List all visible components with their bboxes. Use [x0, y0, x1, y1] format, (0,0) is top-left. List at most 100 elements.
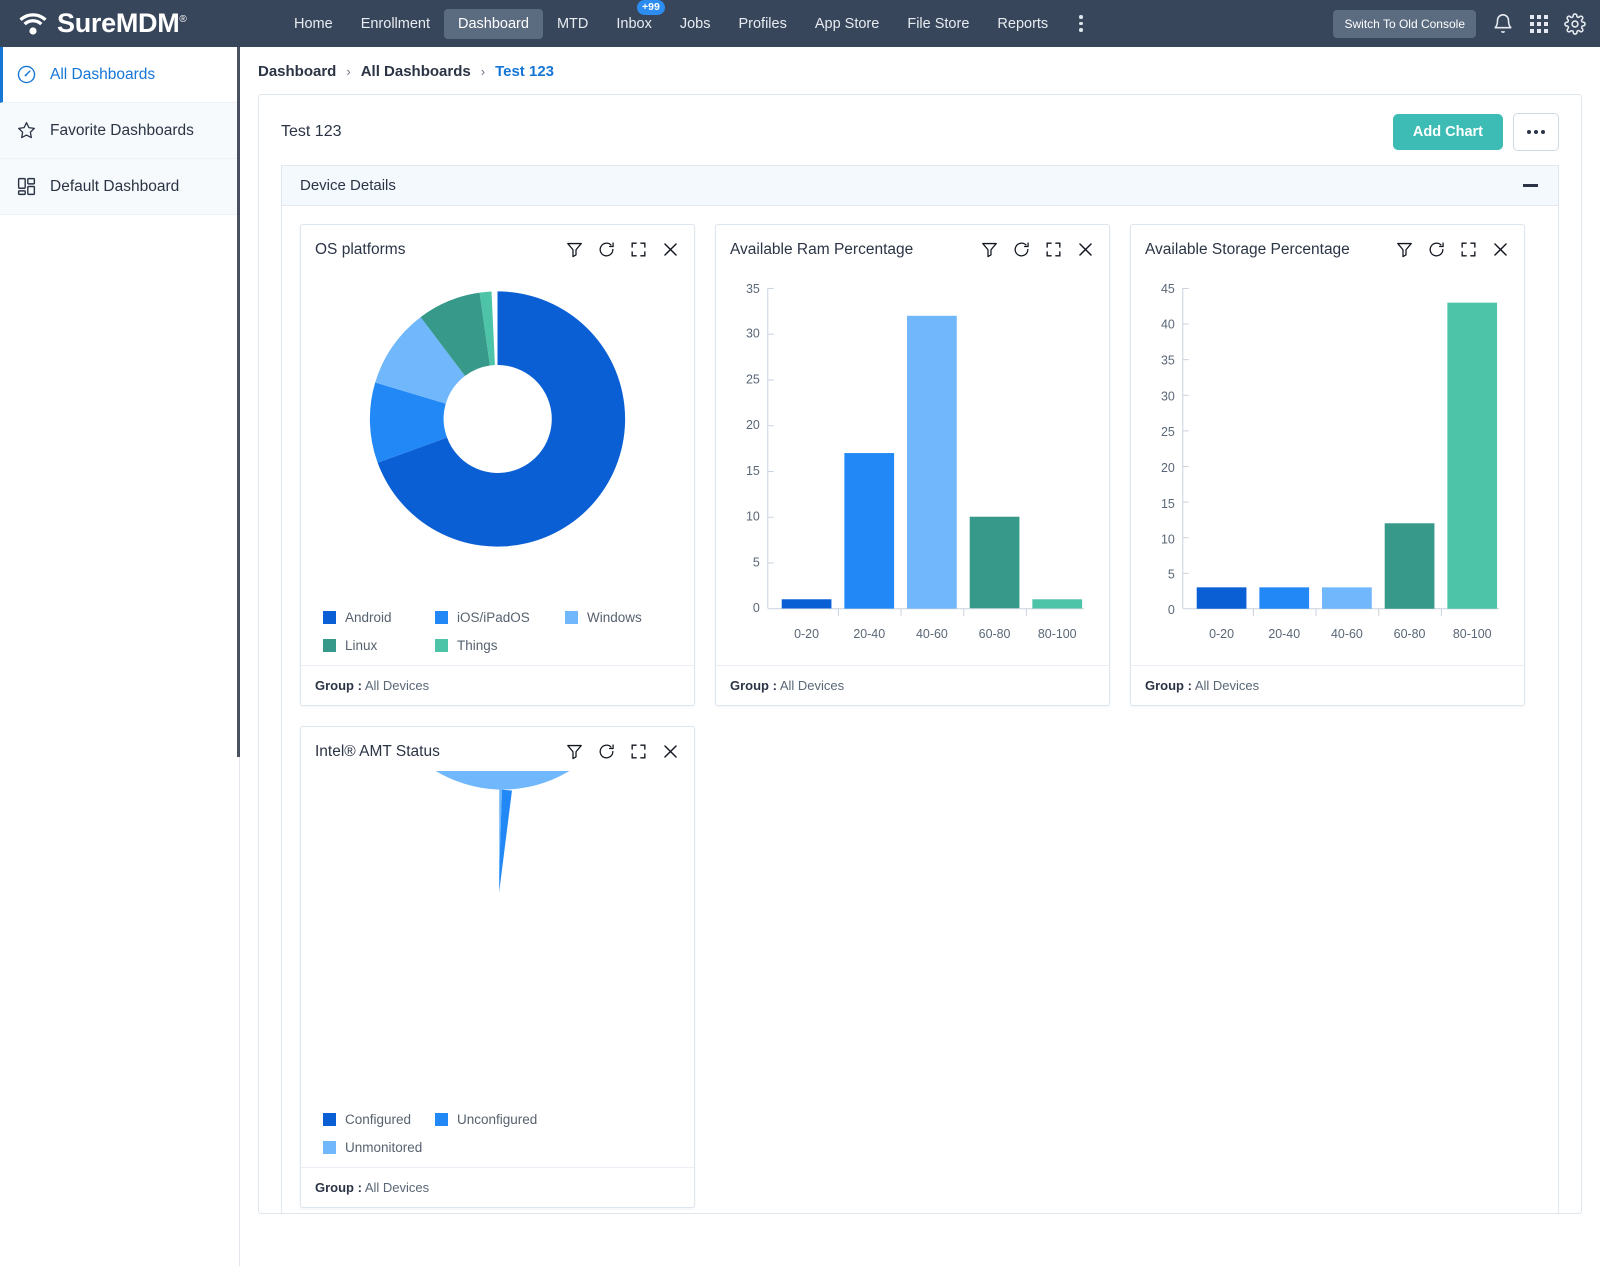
- close-icon[interactable]: [1076, 240, 1095, 259]
- legend-label: Things: [457, 638, 498, 653]
- close-icon[interactable]: [661, 240, 680, 259]
- gauge-icon: [16, 64, 37, 85]
- card-footer-group: Group : All Devices: [301, 1167, 694, 1207]
- brand-name: SureMDM®: [57, 10, 186, 37]
- expand-icon[interactable]: [629, 240, 648, 259]
- nav-overflow-menu-icon[interactable]: [1068, 9, 1094, 39]
- layout-grid-icon: [16, 176, 37, 197]
- x-tick-label: 0-20: [1209, 627, 1234, 641]
- nav-right-actions: Switch To Old Console: [1333, 10, 1586, 38]
- legend-swatch: [323, 1141, 336, 1154]
- apps-grid-icon[interactable]: [1530, 15, 1548, 33]
- y-tick-label: 35: [746, 282, 760, 296]
- nav-item-profiles[interactable]: Profiles: [724, 9, 800, 39]
- legend-item-ios[interactable]: iOS/iPadOS: [435, 603, 565, 631]
- legend-item-unmonitored[interactable]: Unmonitored: [323, 1133, 680, 1161]
- switch-to-old-console-button[interactable]: Switch To Old Console: [1333, 10, 1476, 38]
- nav-item-dashboard[interactable]: Dashboard: [444, 9, 543, 39]
- x-tick-label: 0-20: [794, 627, 819, 641]
- collapse-section-icon[interactable]: [1520, 176, 1540, 196]
- legend-swatch: [565, 611, 578, 624]
- y-tick-label: 5: [1168, 567, 1175, 581]
- bar-0-20[interactable]: [1197, 587, 1247, 608]
- brand-registered-mark: ®: [179, 14, 186, 25]
- bar-80-100[interactable]: [1447, 303, 1497, 609]
- nav-item-mtd[interactable]: MTD: [543, 9, 602, 39]
- x-tick-label: 60-80: [1394, 627, 1426, 641]
- refresh-icon[interactable]: [597, 240, 616, 259]
- device-details-section: Device Details OS platforms: [281, 165, 1559, 1214]
- filter-icon[interactable]: [980, 240, 999, 259]
- star-icon: [16, 120, 37, 141]
- brand-logo-area[interactable]: SureMDM®: [18, 10, 280, 38]
- refresh-icon[interactable]: [597, 742, 616, 761]
- y-tick-label: 0: [1168, 603, 1175, 617]
- nav-item-home[interactable]: Home: [280, 9, 347, 39]
- breadcrumb-root[interactable]: Dashboard: [258, 63, 336, 80]
- bar-20-40[interactable]: [1259, 587, 1309, 608]
- breadcrumb-all-dashboards[interactable]: All Dashboards: [361, 63, 471, 80]
- sidebar-item-default-dashboard[interactable]: Default Dashboard: [0, 159, 239, 215]
- bar-chart-available-ram: 35 30 25 20 15: [726, 269, 1099, 659]
- nav-item-jobs[interactable]: Jobs: [666, 9, 725, 39]
- filter-icon[interactable]: [565, 742, 584, 761]
- legend-item-windows[interactable]: Windows: [565, 603, 677, 631]
- gear-icon[interactable]: [1564, 13, 1586, 35]
- breadcrumb-separator-icon: ›: [481, 64, 485, 79]
- x-tick-label: 20-40: [853, 627, 885, 641]
- legend-item-things[interactable]: Things: [435, 631, 565, 659]
- chart-card-os-platforms: OS platforms: [300, 224, 695, 706]
- device-details-section-header: Device Details: [282, 166, 1558, 206]
- nav-item-app-store[interactable]: App Store: [801, 9, 894, 39]
- main-nav-items: Home Enrollment Dashboard MTD Inbox +99 …: [280, 9, 1333, 39]
- y-tick-label: 30: [746, 327, 760, 341]
- section-title: Device Details: [300, 177, 396, 194]
- card-title: Intel® AMT Status: [315, 743, 440, 761]
- nav-item-file-store[interactable]: File Store: [893, 9, 983, 39]
- card-title: Available Ram Percentage: [730, 241, 913, 259]
- refresh-icon[interactable]: [1012, 240, 1031, 259]
- bell-icon[interactable]: [1492, 13, 1514, 35]
- card-footer-group: Group : All Devices: [301, 665, 694, 705]
- card-actions: [980, 240, 1095, 259]
- dashboard-panel-actions: Add Chart: [1393, 113, 1559, 151]
- nav-item-reports[interactable]: Reports: [983, 9, 1062, 39]
- left-sidebar: All Dashboards Favorite Dashboards Defau…: [0, 47, 240, 1266]
- chart-card-available-ram: Available Ram Percentage: [715, 224, 1110, 706]
- bar-20-40[interactable]: [844, 453, 894, 609]
- legend-item-linux[interactable]: Linux: [323, 631, 435, 659]
- bar-chart-available-storage: 45 40 35 30 25: [1141, 269, 1514, 659]
- chart-area-intel-amt-status: [301, 771, 694, 1105]
- refresh-icon[interactable]: [1427, 240, 1446, 259]
- filter-icon[interactable]: [1395, 240, 1414, 259]
- nav-item-inbox[interactable]: Inbox +99: [602, 9, 665, 39]
- legend-swatch: [323, 611, 336, 624]
- x-tick-label: 80-100: [1453, 627, 1492, 641]
- filter-icon[interactable]: [565, 240, 584, 259]
- dashboard-panel-header: Test 123 Add Chart: [259, 95, 1581, 165]
- bar-80-100[interactable]: [1032, 599, 1082, 608]
- legend-label: Android: [345, 610, 392, 625]
- legend-label: Configured: [345, 1112, 411, 1127]
- legend-item-unconfigured[interactable]: Unconfigured: [435, 1105, 565, 1133]
- dashboard-more-options-button[interactable]: [1513, 113, 1559, 151]
- close-icon[interactable]: [1491, 240, 1510, 259]
- legend-item-android[interactable]: Android: [323, 603, 435, 631]
- card-footer-group: Group : All Devices: [716, 665, 1109, 705]
- bar-40-60[interactable]: [907, 316, 957, 609]
- close-icon[interactable]: [661, 742, 680, 761]
- add-chart-button[interactable]: Add Chart: [1393, 114, 1503, 150]
- bar-60-80[interactable]: [1385, 523, 1435, 608]
- sidebar-item-favorite-dashboards[interactable]: Favorite Dashboards: [0, 103, 239, 159]
- bar-40-60[interactable]: [1322, 587, 1372, 608]
- legend-item-configured[interactable]: Configured: [323, 1105, 435, 1133]
- bar-60-80[interactable]: [970, 517, 1020, 609]
- page-title: Test 123: [281, 123, 341, 141]
- expand-icon[interactable]: [1044, 240, 1063, 259]
- group-value: All Devices: [365, 1180, 429, 1195]
- expand-icon[interactable]: [1459, 240, 1478, 259]
- sidebar-item-all-dashboards[interactable]: All Dashboards: [0, 47, 239, 103]
- nav-item-enrollment[interactable]: Enrollment: [347, 9, 444, 39]
- bar-0-20[interactable]: [782, 599, 832, 608]
- expand-icon[interactable]: [629, 742, 648, 761]
